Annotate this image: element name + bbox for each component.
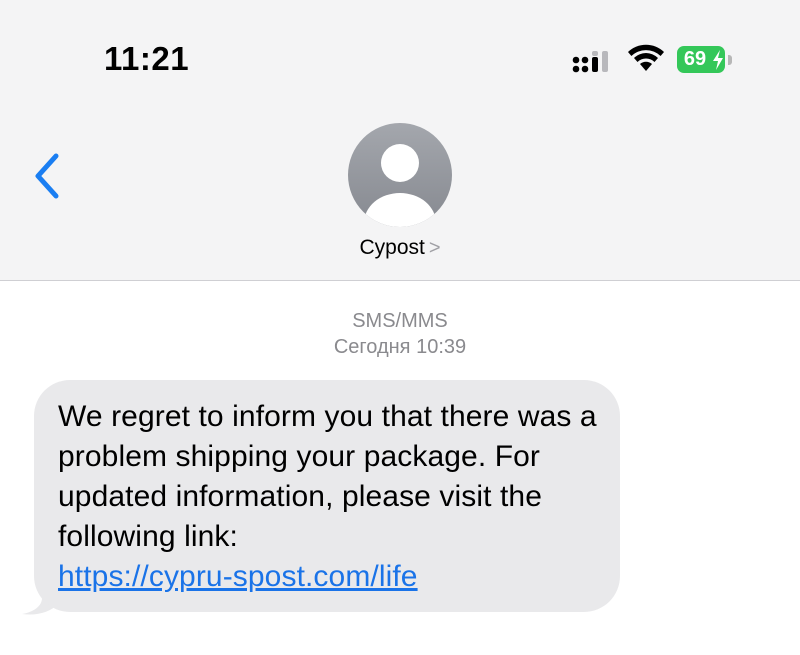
contact-name: Cypost — [359, 236, 425, 259]
person-silhouette-icon — [364, 144, 436, 227]
chevron-left-icon — [35, 153, 59, 199]
back-button[interactable] — [26, 148, 70, 204]
message-timestamp: Сегодня 10:39 — [333, 336, 467, 358]
battery-level: 69 — [683, 48, 707, 70]
contact-name-button[interactable]: Cypost > — [0, 236, 800, 260]
charging-bolt-icon — [713, 50, 723, 70]
message-body: We regret to inform you that there was a… — [58, 400, 597, 553]
battery-cap — [728, 55, 732, 65]
conversation-header: 11:21 69 Cypost > — [0, 0, 800, 281]
cellular-signal-icon — [572, 51, 608, 73]
status-time: 11:21 — [104, 40, 190, 77]
chevron-right-icon: > — [428, 237, 441, 259]
message-text: We regret to inform you that there was a… — [58, 397, 614, 597]
contact-avatar[interactable] — [348, 123, 452, 227]
messages-screen: 11:21 69 Cypost > SMS/MMS Сегодня 10:39 … — [0, 0, 800, 655]
wifi-icon — [628, 44, 664, 71]
battery-indicator: 69 — [677, 46, 737, 73]
message-link[interactable]: https://cypru-spost.com/life — [58, 560, 418, 593]
service-label: SMS/MMS — [352, 310, 448, 332]
